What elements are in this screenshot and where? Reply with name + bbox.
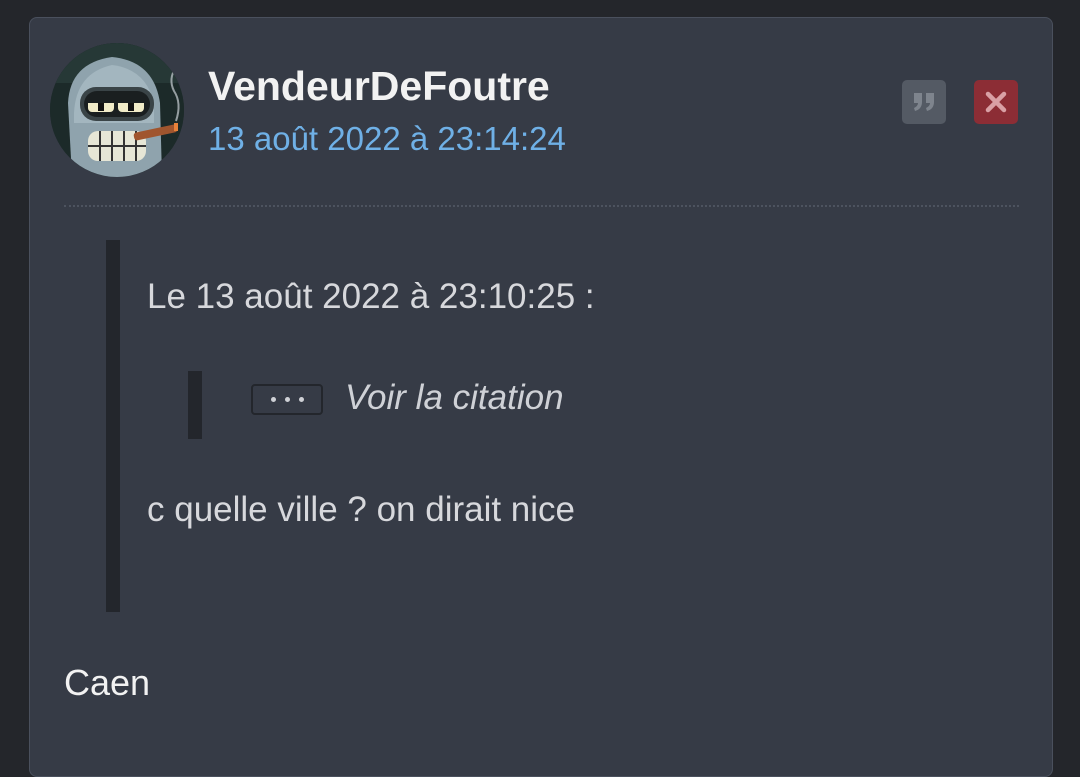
quote-icon bbox=[914, 93, 934, 111]
quote-button[interactable] bbox=[902, 80, 946, 124]
post-card: VendeurDeFoutre 13 août 2022 à 23:14:24 … bbox=[29, 17, 1053, 777]
ellipsis-dot bbox=[284, 397, 290, 402]
author-name[interactable]: VendeurDeFoutre bbox=[208, 62, 550, 110]
bender-avatar-icon bbox=[50, 43, 184, 177]
reply-message: Caen bbox=[64, 662, 151, 703]
user-avatar[interactable] bbox=[50, 43, 184, 177]
expand-quote-button[interactable] bbox=[251, 384, 323, 415]
see-quote-link[interactable]: Voir la citation bbox=[345, 377, 564, 419]
header-divider bbox=[64, 205, 1019, 207]
quote-bar bbox=[106, 240, 120, 612]
nested-quote-bar bbox=[188, 371, 202, 439]
quoted-message: c quelle ville ? on dirait nice bbox=[147, 490, 576, 529]
close-icon bbox=[985, 91, 1007, 113]
ellipsis-dot bbox=[298, 397, 304, 402]
delete-button[interactable] bbox=[974, 80, 1018, 124]
post-timestamp[interactable]: 13 août 2022 à 23:14:24 bbox=[208, 119, 566, 159]
ellipsis-dot bbox=[270, 397, 276, 402]
quote-header: Le 13 août 2022 à 23:10:25 : bbox=[147, 277, 595, 316]
